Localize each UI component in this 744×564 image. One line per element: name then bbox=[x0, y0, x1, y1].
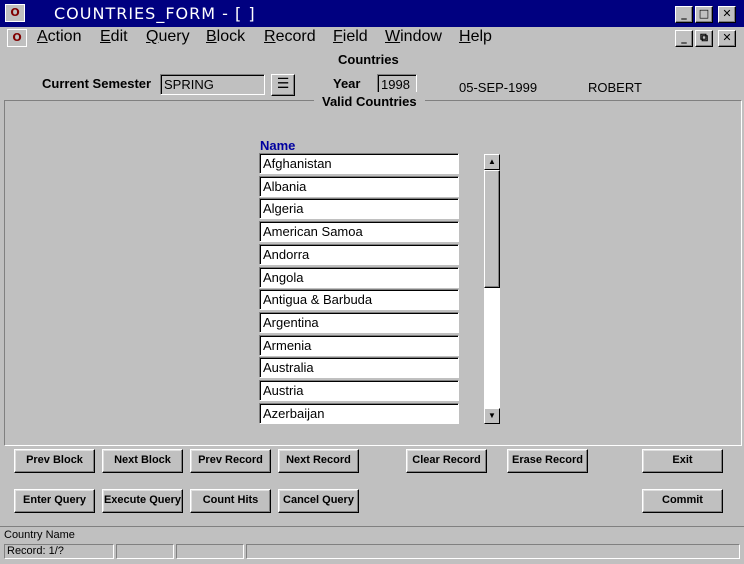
menu-record[interactable]: Record bbox=[264, 28, 316, 46]
list-of-values-icon[interactable]: ☰ bbox=[271, 74, 295, 96]
enter-query-button[interactable]: Enter Query bbox=[14, 489, 95, 513]
menu-field[interactable]: Field bbox=[333, 28, 368, 46]
form-title: Countries bbox=[338, 52, 399, 67]
country-row[interactable]: Azerbaijan bbox=[259, 402, 459, 424]
title-bar[interactable]: O COUNTRIES_FORM - [ ] _ □ ✕ bbox=[0, 0, 744, 27]
status-cell-3 bbox=[176, 544, 244, 559]
app-icon[interactable]: O bbox=[5, 4, 25, 22]
doc-close-icon[interactable]: ✕ bbox=[718, 30, 736, 47]
country-row[interactable]: Austria bbox=[259, 380, 459, 401]
country-row[interactable]: Antigua & Barbuda bbox=[259, 289, 459, 311]
scroll-up-icon[interactable]: ▲ bbox=[484, 154, 500, 170]
prev-block-button[interactable]: Prev Block bbox=[14, 449, 95, 473]
next-record-button[interactable]: Next Record bbox=[278, 449, 359, 473]
status-hint: Country Name bbox=[4, 529, 75, 541]
country-row[interactable]: Australia bbox=[259, 357, 459, 379]
status-cell-4 bbox=[246, 544, 740, 559]
clear-record-button[interactable]: Clear Record bbox=[406, 449, 487, 473]
country-row[interactable]: Algeria bbox=[259, 198, 459, 220]
name-column-header: Name bbox=[260, 138, 296, 153]
menu-edit[interactable]: Edit bbox=[100, 28, 128, 46]
cancel-query-button[interactable]: Cancel Query bbox=[278, 489, 359, 513]
minimize-icon[interactable]: _ bbox=[675, 6, 693, 23]
current-date: 05-SEP-1999 bbox=[459, 80, 538, 95]
scroll-down-icon[interactable]: ▼ bbox=[484, 408, 500, 424]
country-row[interactable]: Argentina bbox=[259, 311, 459, 333]
exit-button[interactable]: Exit bbox=[642, 449, 723, 473]
execute-query-button[interactable]: Execute Query bbox=[102, 489, 183, 513]
commit-button[interactable]: Commit bbox=[642, 489, 723, 513]
menu-help[interactable]: Help bbox=[459, 28, 492, 46]
window-title: COUNTRIES_FORM - [ ] bbox=[54, 4, 256, 23]
scrollbar-thumb[interactable] bbox=[484, 170, 500, 288]
country-row[interactable]: Andorra bbox=[259, 243, 459, 265]
status-divider bbox=[0, 526, 744, 527]
country-row[interactable]: Armenia bbox=[259, 334, 459, 356]
status-record: Record: 1/? bbox=[4, 544, 114, 559]
prev-record-button[interactable]: Prev Record bbox=[190, 449, 271, 473]
current-user: ROBERT bbox=[588, 80, 642, 95]
country-row[interactable]: Afghanistan bbox=[259, 153, 459, 174]
year-label: Year bbox=[333, 76, 361, 91]
menu-action[interactable]: Action bbox=[37, 28, 81, 46]
count-hits-button[interactable]: Count Hits bbox=[190, 489, 271, 513]
country-row[interactable]: Angola bbox=[259, 266, 459, 288]
semester-field[interactable]: SPRING bbox=[160, 74, 265, 95]
doc-minimize-icon[interactable]: _ bbox=[675, 30, 693, 47]
semester-label: Current Semester bbox=[42, 76, 152, 91]
country-row[interactable]: American Samoa bbox=[259, 221, 459, 243]
document-icon[interactable]: O bbox=[7, 29, 27, 47]
menu-query[interactable]: Query bbox=[146, 28, 190, 46]
maximize-icon[interactable]: □ bbox=[695, 6, 713, 23]
erase-record-button[interactable]: Erase Record bbox=[507, 449, 588, 473]
next-block-button[interactable]: Next Block bbox=[102, 449, 183, 473]
menu-bar: O Action Edit Query Block Record Field W… bbox=[0, 27, 744, 49]
block-title: Valid Countries bbox=[314, 92, 425, 111]
menu-window[interactable]: Window bbox=[385, 28, 442, 46]
country-row[interactable]: Albania bbox=[259, 175, 459, 197]
status-cell-2 bbox=[116, 544, 174, 559]
close-icon[interactable]: ✕ bbox=[718, 6, 736, 23]
menu-block[interactable]: Block bbox=[206, 28, 245, 46]
doc-restore-icon[interactable]: ⧉ bbox=[695, 30, 713, 47]
